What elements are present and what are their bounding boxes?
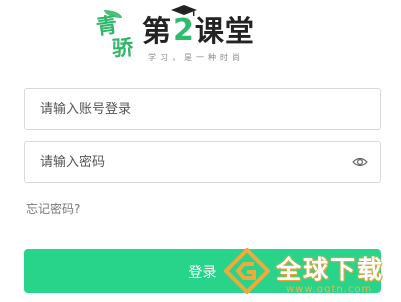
logo-tagline: 学习，是一种时尚 bbox=[148, 53, 244, 62]
login-button[interactable]: 登录 bbox=[24, 249, 381, 293]
eye-icon[interactable] bbox=[352, 155, 368, 169]
login-button-label: 登录 bbox=[188, 265, 217, 281]
logo-number-text: 2 bbox=[173, 13, 194, 48]
forgot-password-link[interactable]: 忘记密码? bbox=[26, 200, 80, 217]
account-input[interactable] bbox=[25, 89, 380, 129]
logo-wordmark: 第 2 课堂 bbox=[142, 5, 255, 48]
graduation-cap-icon bbox=[171, 5, 198, 16]
logo-word-number: 2 bbox=[171, 5, 198, 48]
logo-word-prefix: 第 bbox=[142, 14, 173, 48]
logo-badge-bottom-char: 骄 bbox=[111, 34, 134, 61]
password-field[interactable] bbox=[24, 141, 381, 183]
account-field[interactable] bbox=[24, 88, 381, 130]
logo-word-suffix: 课堂 bbox=[194, 14, 255, 48]
password-input[interactable] bbox=[25, 142, 380, 182]
app-logo: 青 骄 第 2 课堂 学习，是一种时尚 bbox=[92, 5, 322, 70]
logo-badge: 青 骄 bbox=[92, 10, 142, 66]
